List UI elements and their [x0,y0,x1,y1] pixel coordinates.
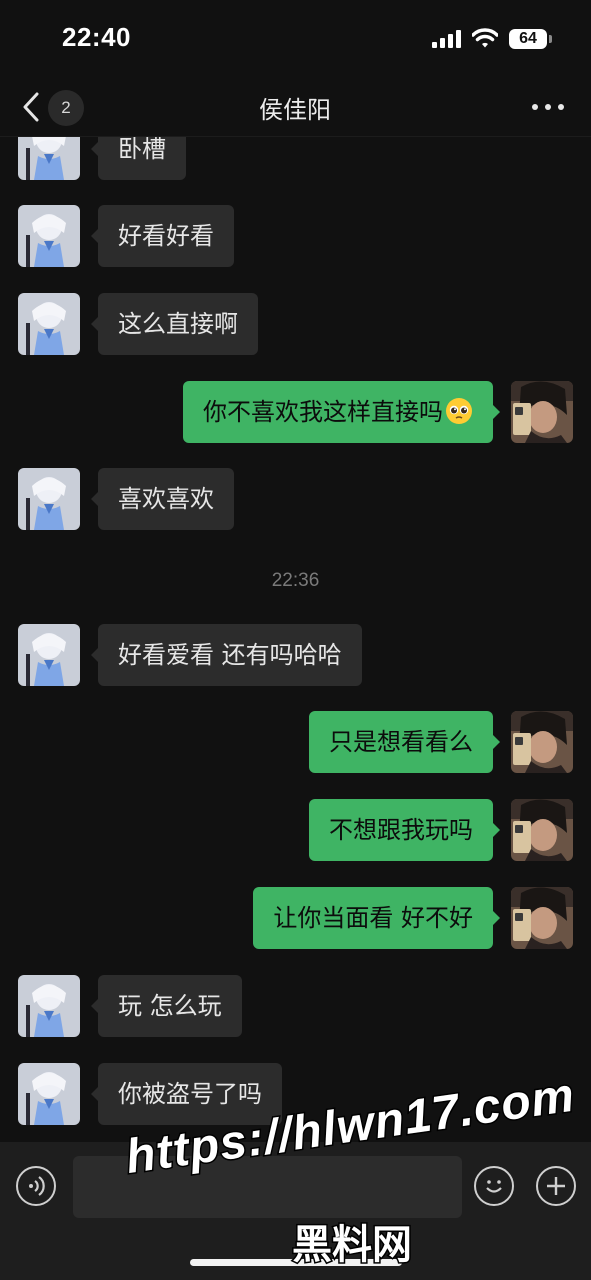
more-dot [545,104,551,110]
message-row-incoming: 玩 怎么玩 [0,975,591,1037]
message-row-outgoing: 让你当面看 好不好 [0,887,591,949]
message-bubble-outgoing[interactable]: 不想跟我玩吗 [309,799,500,861]
contact-avatar[interactable] [18,293,80,355]
contact-avatar[interactable] [18,624,80,686]
input-bar [0,1142,591,1280]
more-dot [558,104,564,110]
more-dots-icon [532,104,538,110]
contact-avatar[interactable] [18,468,80,530]
contact-avatar[interactable] [18,137,80,180]
message-list[interactable]: 卧槽 好看好看 这么直接啊 你不喜欢我这样直接吗 喜欢喜欢 22:36 好看爱看… [0,137,591,1142]
emoji-button[interactable] [474,1166,514,1206]
message-bubble-outgoing[interactable]: 只是想看看么 [309,711,500,773]
message-row-incoming: 这么直接啊 [0,293,591,355]
message-bubble-incoming[interactable]: 这么直接啊 [91,293,258,355]
message-bubble-incoming[interactable]: 喜欢喜欢 [91,468,234,530]
my-avatar[interactable] [511,887,573,949]
message-timestamp: 22:36 [271,570,320,591]
message-row-incoming: 你被盗号了吗 [0,1063,591,1125]
wifi-icon [472,28,498,48]
battery-tip [549,35,552,43]
pleading-face-emoji [446,398,472,424]
message-bubble-outgoing[interactable]: 你不喜欢我这样直接吗 [183,381,500,443]
my-avatar[interactable] [511,799,573,861]
message-bubble-incoming[interactable]: 你被盗号了吗 [91,1063,282,1125]
my-avatar[interactable] [511,381,573,443]
message-row-outgoing: 你不喜欢我这样直接吗 [0,381,591,443]
message-bubble-incoming[interactable]: 卧槽 [91,137,186,180]
message-row-incoming: 喜欢喜欢 [0,468,591,530]
home-indicator [190,1259,402,1266]
emoji-icon [486,1180,502,1193]
contact-avatar[interactable] [18,205,80,267]
more-button[interactable] [528,92,568,122]
message-row-outgoing: 只是想看看么 [0,711,591,773]
status-time: 22:40 [62,22,131,52]
message-text: 你不喜欢我这样直接吗 [203,398,443,426]
signal-icon [432,30,461,48]
voice-button[interactable] [16,1166,56,1206]
message-bubble-incoming[interactable]: 玩 怎么玩 [91,975,242,1037]
message-bubble-outgoing[interactable]: 让你当面看 好不好 [253,887,500,949]
plus-icon [547,1177,565,1195]
plus-button[interactable] [536,1166,576,1206]
battery-icon: 64 [509,29,547,49]
my-avatar[interactable] [511,711,573,773]
chat-header: 2 侯佳阳 [0,78,591,137]
message-bubble-incoming[interactable]: 好看爱看 还有吗哈哈 [91,624,362,686]
message-row-incoming: 好看好看 [0,205,591,267]
chat-title: 侯佳阳 [259,96,331,124]
message-row-incoming: 好看爱看 还有吗哈哈 [0,624,591,686]
chevron-left-icon [23,92,39,122]
voice-icon [29,1176,45,1196]
back-button[interactable]: 2 [18,86,88,128]
contact-avatar[interactable] [18,975,80,1037]
unread-count-badge: 2 [48,90,84,126]
message-input[interactable] [73,1156,462,1218]
message-row-outgoing: 不想跟我玩吗 [0,799,591,861]
contact-avatar[interactable] [18,1063,80,1125]
status-bar: 22:40 64 [0,0,591,78]
message-row-incoming: 卧槽 [0,137,591,180]
message-bubble-incoming[interactable]: 好看好看 [91,205,234,267]
